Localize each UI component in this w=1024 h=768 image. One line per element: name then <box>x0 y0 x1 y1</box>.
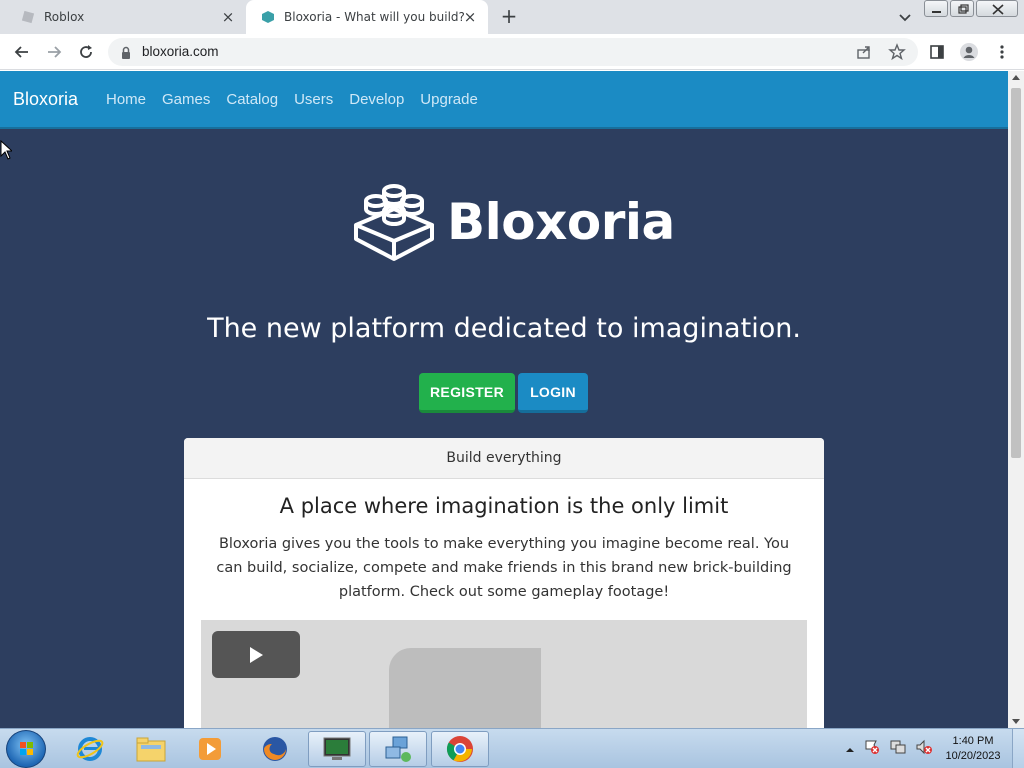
hero-logo: Bloxoria <box>352 179 675 263</box>
share-icon[interactable] <box>856 44 872 64</box>
login-button[interactable]: LOGIN <box>518 373 588 413</box>
card-header: Build everything <box>184 438 824 479</box>
profile-avatar-icon[interactable] <box>959 42 979 62</box>
chrome-icon[interactable] <box>431 731 489 767</box>
gameplay-video[interactable] <box>201 620 807 728</box>
close-tab-icon[interactable]: × <box>462 9 478 25</box>
start-button[interactable] <box>6 730 46 768</box>
firefox-icon[interactable] <box>246 731 304 767</box>
tab-title: Bloxoria - What will you build? <box>284 10 465 24</box>
windows-logo-icon <box>20 742 33 755</box>
address-bar[interactable]: bloxoria.com <box>108 38 918 66</box>
bookmark-star-icon[interactable] <box>888 43 906 65</box>
close-window-button[interactable] <box>976 0 1018 17</box>
site-navbar: Bloxoria Home Games Catalog Users Develo… <box>0 71 1008 129</box>
nav-develop[interactable]: Develop <box>349 91 404 108</box>
network-status-icon[interactable] <box>889 739 907 759</box>
taskbar-clock[interactable]: 1:40 PM 10/20/2023 <box>940 734 1006 764</box>
new-tab-icon[interactable]: + <box>498 6 520 28</box>
forward-arrow-icon[interactable] <box>44 42 64 62</box>
play-icon <box>250 646 263 663</box>
reload-icon[interactable] <box>76 42 96 62</box>
tray-expand-icon[interactable] <box>845 740 855 759</box>
browser-toolbar: bloxoria.com <box>0 34 1024 70</box>
lock-icon[interactable] <box>120 45 132 64</box>
scroll-down-icon[interactable] <box>1012 719 1020 724</box>
roblox-favicon-icon <box>20 9 36 25</box>
scrollbar-thumb[interactable] <box>1011 88 1021 458</box>
nav-users[interactable]: Users <box>294 91 333 108</box>
nav-links: Home Games Catalog Users Develop Upgrade <box>106 91 478 108</box>
card-title: A place where imagination is the only li… <box>279 494 729 518</box>
clock-time: 1:40 PM <box>952 735 994 747</box>
hero-tagline: The new platform dedicated to imaginatio… <box>207 313 801 344</box>
video-placeholder-fold <box>541 648 631 728</box>
terminal-icon[interactable] <box>308 731 366 767</box>
nav-upgrade[interactable]: Upgrade <box>420 91 478 108</box>
nav-games[interactable]: Games <box>162 91 210 108</box>
page-viewport: Bloxoria Home Games Catalog Users Develo… <box>0 71 1008 728</box>
action-center-flag-icon[interactable] <box>863 739 881 759</box>
logo-wordmark: Bloxoria <box>447 193 675 251</box>
file-explorer-icon[interactable] <box>122 731 180 767</box>
brick-logo-icon <box>354 184 434 261</box>
brand-link[interactable]: Bloxoria <box>13 89 78 110</box>
play-button[interactable] <box>212 631 300 678</box>
close-tab-icon[interactable]: × <box>220 9 236 25</box>
tab-title: Roblox <box>44 10 85 24</box>
card-description: Bloxoria gives you the tools to make eve… <box>216 536 792 600</box>
show-desktop-button[interactable] <box>1012 729 1024 768</box>
window-controls <box>924 0 1018 17</box>
volume-muted-icon[interactable] <box>915 739 933 759</box>
bloxoria-favicon-icon <box>260 9 276 25</box>
internet-explorer-icon[interactable] <box>61 731 119 767</box>
tab-roblox[interactable]: Roblox × <box>0 0 246 34</box>
back-arrow-icon[interactable] <box>12 42 32 62</box>
mouse-cursor-icon <box>0 139 14 164</box>
clock-date: 10/20/2023 <box>945 750 1001 762</box>
url-text[interactable]: bloxoria.com <box>142 44 219 59</box>
side-panel-icon[interactable] <box>927 42 947 62</box>
nav-catalog[interactable]: Catalog <box>226 91 278 108</box>
feature-card: Build everything A place where imaginati… <box>184 438 824 728</box>
minimize-button[interactable] <box>924 0 948 17</box>
system-tray <box>845 739 933 759</box>
nav-home[interactable]: Home <box>106 91 146 108</box>
windows-taskbar: 1:40 PM 10/20/2023 <box>0 728 1024 768</box>
scroll-up-icon[interactable] <box>1012 75 1020 80</box>
network-icon[interactable] <box>369 731 427 767</box>
browser-tab-strip: Roblox × Bloxoria - What will you build?… <box>0 0 1024 34</box>
page-scrollbar[interactable] <box>1008 71 1024 728</box>
media-player-icon[interactable] <box>181 731 239 767</box>
tab-bloxoria[interactable]: Bloxoria - What will you build? × <box>246 0 488 34</box>
kebab-menu-icon[interactable] <box>992 42 1012 62</box>
chevron-down-icon[interactable] <box>896 8 914 26</box>
restore-button[interactable] <box>950 0 974 17</box>
register-button[interactable]: REGISTER <box>419 373 515 413</box>
